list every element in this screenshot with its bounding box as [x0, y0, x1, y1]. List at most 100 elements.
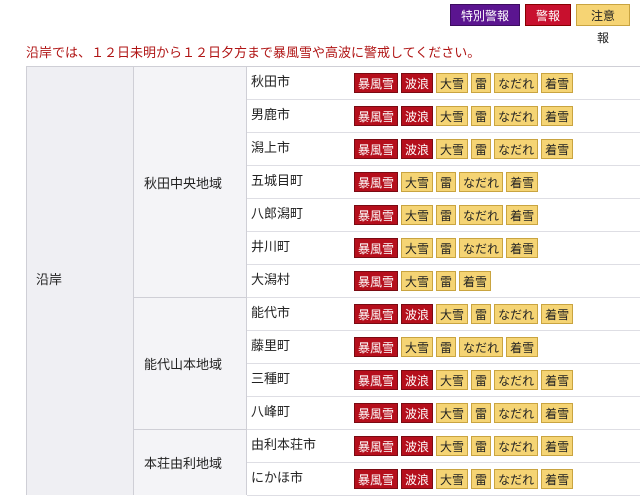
- legend: 特別警報 警報 注意報: [449, 4, 630, 45]
- alert-list: 暴風雪 波浪 大雪雷なだれ 着雪: [354, 370, 574, 390]
- advisory-badge: 大雪: [436, 403, 469, 423]
- advisory-badge: なだれ: [494, 403, 539, 423]
- advisory-badge: 着雪: [541, 106, 574, 126]
- advisory-badge: 雷: [471, 304, 492, 324]
- warning-badge: 暴風雪: [354, 172, 399, 192]
- advisory-badge: なだれ: [459, 172, 504, 192]
- advisory-badge: 雷: [436, 271, 457, 291]
- advisory-badge: 大雪: [436, 304, 469, 324]
- warning-badge: 波浪: [401, 304, 434, 324]
- warning-table: 沿岸 秋田中央地域 能代山本地域 本荘由利地域 秋田市 暴風雪 波浪 大雪雷なだれ 着雪…: [26, 66, 640, 496]
- advisory-badge: 雷: [436, 172, 457, 192]
- warning-badge: 波浪: [401, 370, 434, 390]
- alert-list: 暴風雪 波浪 大雪雷なだれ 着雪: [354, 469, 574, 489]
- alert-list: 暴風雪 大雪雷なだれ 着雪: [354, 205, 539, 225]
- table-row: 秋田市 暴風雪 波浪 大雪雷なだれ 着雪: [247, 67, 640, 100]
- city-name: 藤里町: [251, 339, 291, 354]
- warning-badge: 暴風雪: [354, 337, 399, 357]
- warning-badge: 波浪: [401, 139, 434, 159]
- warning-badge: 波浪: [401, 469, 434, 489]
- city-name: 能代市: [251, 306, 291, 321]
- region-akita-central: 秋田中央地域: [134, 67, 247, 298]
- region-noshiro-yamamoto: 能代山本地域: [134, 298, 247, 430]
- advisory-badge: なだれ: [494, 304, 539, 324]
- advisory-badge: 雷: [436, 205, 457, 225]
- advisory-badge: 大雪: [436, 370, 469, 390]
- warning-badge: 波浪: [401, 403, 434, 423]
- advisory-badge: 大雪: [436, 469, 469, 489]
- city-name: 八峰町: [251, 405, 291, 420]
- advisory-badge: なだれ: [494, 106, 539, 126]
- warning-badge: 暴風雪: [354, 304, 399, 324]
- advisory-badge: 大雪: [436, 73, 469, 93]
- advisory-badge: 大雪: [401, 205, 434, 225]
- warning-badge: 暴風雪: [354, 73, 399, 93]
- advisory-badge: 大雪: [401, 271, 434, 291]
- advisory-badge: 雷: [471, 73, 492, 93]
- table-row: にかほ市 暴風雪 波浪 大雪雷なだれ 着雪: [247, 463, 640, 496]
- advisory-badge: 着雪: [541, 139, 574, 159]
- alert-list: 暴風雪 波浪 大雪雷なだれ 着雪: [354, 73, 574, 93]
- advisory-badge: なだれ: [459, 238, 504, 258]
- region-honjo-yuri: 本荘由利地域: [134, 430, 247, 495]
- table-row: 八郎潟町 暴風雪 大雪雷なだれ 着雪: [247, 199, 640, 232]
- alert-list: 暴風雪 波浪 大雪雷なだれ 着雪: [354, 139, 574, 159]
- alert-list: 暴風雪 波浪 大雪雷なだれ 着雪: [354, 106, 574, 126]
- city-name: 三種町: [251, 372, 291, 387]
- city-name: 井川町: [251, 240, 291, 255]
- warning-badge: 暴風雪: [354, 238, 399, 258]
- table-row: 三種町 暴風雪 波浪 大雪雷なだれ 着雪: [247, 364, 640, 397]
- advisory-badge: 着雪: [506, 238, 539, 258]
- alert-list: 暴風雪 大雪雷なだれ 着雪: [354, 172, 539, 192]
- warning-badge: 暴風雪: [354, 205, 399, 225]
- table-row: 大潟村 暴風雪 大雪雷着雪: [247, 265, 640, 298]
- warning-badge: 波浪: [401, 106, 434, 126]
- advisory-badge: 大雪: [436, 106, 469, 126]
- table-row: 男鹿市 暴風雪 波浪 大雪雷なだれ 着雪: [247, 100, 640, 133]
- advisory-badge: 雷: [471, 139, 492, 159]
- advisory-badge: 雷: [471, 106, 492, 126]
- advisory-badge: 着雪: [506, 205, 539, 225]
- city-name: 八郎潟町: [251, 207, 304, 222]
- advisory-badge: 雷: [471, 403, 492, 423]
- legend-warning: 警報: [524, 4, 571, 26]
- warning-badge: 暴風雪: [354, 403, 399, 423]
- advisory-badge: 着雪: [541, 436, 574, 456]
- coast-area-cell: 沿岸: [27, 67, 134, 495]
- city-name: 潟上市: [251, 141, 291, 156]
- warning-badge: 波浪: [401, 436, 434, 456]
- advisory-badge: 着雪: [541, 73, 574, 93]
- table-row: 八峰町 暴風雪 波浪 大雪雷なだれ 着雪: [247, 397, 640, 430]
- legend-advisory: 注意報: [576, 4, 630, 45]
- warning-notice: 沿岸では、１２日未明から１２日夕方まで暴風雪や高波に警戒してください。: [26, 46, 481, 61]
- table-row: 井川町 暴風雪 大雪雷なだれ 着雪: [247, 232, 640, 265]
- advisory-badge: なだれ: [494, 73, 539, 93]
- city-name: 大潟村: [251, 273, 291, 288]
- city-name: 五城目町: [251, 174, 304, 189]
- advisory-badge: 着雪: [541, 304, 574, 324]
- table-row: 能代市 暴風雪 波浪 大雪雷なだれ 着雪: [247, 298, 640, 331]
- table-row: 潟上市 暴風雪 波浪 大雪雷なだれ 着雪: [247, 133, 640, 166]
- table-row: 藤里町 暴風雪 大雪雷なだれ 着雪: [247, 331, 640, 364]
- advisory-badge: 大雪: [401, 337, 434, 357]
- advisory-badge: 大雪: [436, 436, 469, 456]
- city-name: 由利本荘市: [251, 438, 317, 453]
- advisory-badge: 大雪: [401, 238, 434, 258]
- advisory-badge: 着雪: [506, 172, 539, 192]
- advisory-badge: 大雪: [401, 172, 434, 192]
- legend-special-warning: 特別警報: [449, 4, 520, 26]
- warning-badge: 暴風雪: [354, 139, 399, 159]
- advisory-badge: なだれ: [459, 205, 504, 225]
- advisory-badge: 雷: [436, 238, 457, 258]
- warning-badge: 暴風雪: [354, 106, 399, 126]
- advisory-badge: なだれ: [459, 337, 504, 357]
- advisory-badge: なだれ: [494, 469, 539, 489]
- advisory-badge: 雷: [471, 370, 492, 390]
- alert-list: 暴風雪 波浪 大雪雷なだれ 着雪: [354, 436, 574, 456]
- city-name: にかほ市: [251, 471, 304, 486]
- advisory-badge: 着雪: [541, 403, 574, 423]
- city-name: 秋田市: [251, 75, 291, 90]
- advisory-badge: 着雪: [506, 337, 539, 357]
- advisory-badge: 雷: [436, 337, 457, 357]
- advisory-badge: 着雪: [541, 469, 574, 489]
